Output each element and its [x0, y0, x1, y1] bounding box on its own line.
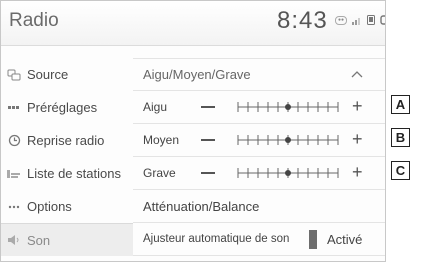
decrease-button[interactable] [201, 172, 215, 174]
level-marker[interactable] [285, 104, 291, 110]
replay-icon [1, 134, 27, 147]
decrease-button[interactable] [201, 106, 215, 108]
slider-row-treble: Aigu + [133, 91, 385, 124]
slider-row-mid: Moyen + [133, 124, 385, 157]
sidebar-item-label: Son [27, 232, 51, 248]
sidebar-item-station-list[interactable]: Liste de stations [1, 157, 133, 190]
level-scale[interactable] [233, 132, 343, 148]
callout-a: A [391, 95, 410, 114]
sidebar-item-radio-replay[interactable]: Reprise radio [1, 124, 133, 157]
treble-mid-bass-header[interactable]: Aigu/Moyen/Grave [133, 58, 385, 91]
speaker-icon [1, 235, 27, 245]
callout-b: B [391, 128, 410, 147]
attenuation-label: Atténuation/Balance [143, 198, 260, 214]
increase-button[interactable]: + [352, 162, 363, 183]
slider-label: Grave [143, 166, 176, 180]
slider-row-bass: Grave + [133, 157, 385, 190]
app-title: Radio [9, 10, 59, 31]
level-marker[interactable] [285, 170, 291, 176]
more-icon [1, 205, 27, 209]
sidebar-item-options[interactable]: Options [1, 190, 133, 223]
signal-icon [352, 17, 361, 25]
increase-button[interactable]: + [352, 129, 363, 150]
callout-c: C [391, 161, 410, 180]
slider-label: Aigu [143, 100, 168, 114]
header-bar: Radio 8:43 ●● [1, 1, 385, 46]
slider-label: Moyen [143, 133, 180, 147]
auto-sound-row[interactable]: Ajusteur automatique de son Activé [133, 223, 385, 256]
battery-icon [380, 15, 385, 25]
level-scale[interactable] [233, 165, 343, 181]
station-list-icon [1, 169, 27, 179]
clock: 8:43 [277, 7, 328, 34]
auto-sound-state: Activé [327, 231, 363, 247]
sidebar-item-presets[interactable]: Préréglages [1, 91, 133, 124]
sidebar-item-label: Préréglages [27, 100, 98, 115]
chevron-up-icon [351, 71, 363, 78]
status-icons: ●● [335, 15, 385, 25]
attenuation-balance-row[interactable]: Atténuation/Balance [133, 190, 385, 223]
increase-button[interactable]: + [352, 96, 363, 117]
sidebar-item-label: Reprise radio [27, 133, 105, 148]
head-unit-screen: Radio 8:43 ●● Source Préréglages Reprise… [0, 0, 386, 262]
level-marker[interactable] [285, 137, 291, 143]
level-scale[interactable] [233, 99, 343, 115]
auto-sound-label: Ajusteur automatique de son [143, 233, 290, 245]
auto-sound-toggle[interactable] [309, 230, 317, 249]
decrease-button[interactable] [201, 139, 215, 141]
gps-icon: ●● [335, 15, 348, 25]
sidebar-item-source[interactable]: Source [1, 58, 133, 91]
sidebar-item-label: Source [27, 67, 69, 82]
list-icon [1, 104, 27, 112]
sidebar: Source Préréglages Reprise radio Liste d… [1, 46, 133, 261]
sound-settings-panel: Aigu/Moyen/Grave Aigu + Moyen + Grave + … [133, 46, 385, 261]
sidebar-item-sound[interactable]: Son [1, 223, 133, 256]
source-icon [1, 69, 27, 81]
section-title: Aigu/Moyen/Grave [143, 67, 251, 82]
phone-icon [367, 15, 376, 25]
sidebar-item-label: Options [27, 199, 72, 214]
sidebar-item-label: Liste de stations [27, 166, 121, 181]
